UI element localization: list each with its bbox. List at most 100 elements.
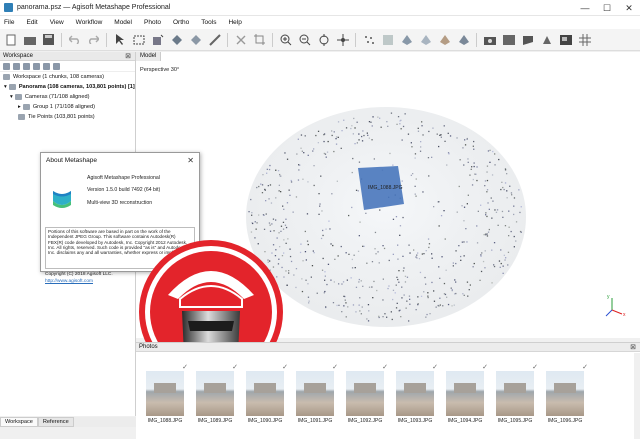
cloud-point (462, 147, 464, 149)
cloud-point (250, 231, 253, 233)
disable-items-icon[interactable] (53, 62, 60, 70)
panel-close-icon[interactable]: ⊠ (125, 52, 135, 60)
photo-thumbnail[interactable]: ✓ IMG_1091.JPG (294, 364, 338, 424)
cloud-point (268, 168, 271, 171)
grid-icon[interactable] (578, 33, 591, 46)
cloud-point (261, 192, 264, 194)
point-cloud-icon[interactable] (362, 33, 375, 46)
tab-reference[interactable]: Reference (37, 417, 74, 427)
cloud-point (390, 112, 393, 114)
rectangle-selection-icon[interactable] (132, 33, 145, 46)
save-icon[interactable] (42, 33, 55, 46)
cloud-point (359, 310, 361, 312)
cloud-point (443, 293, 446, 295)
zoom-in-icon[interactable] (279, 33, 292, 46)
enable-items-icon[interactable] (43, 62, 50, 70)
add-photos-icon[interactable] (13, 62, 20, 70)
expand-arrow-icon[interactable]: ▸ (18, 104, 21, 110)
camera-icon[interactable] (483, 33, 496, 46)
new-document-icon[interactable] (4, 33, 17, 46)
photo-preview (546, 371, 584, 416)
photo-thumbnail[interactable]: ✓ IMG_1096.JPG (544, 364, 588, 424)
cloud-point (300, 147, 302, 149)
model-shaded-icon[interactable] (400, 33, 413, 46)
about-website-link[interactable]: http://www.agisoft.com (45, 279, 93, 284)
photo-thumbnail[interactable]: ✓ IMG_1095.JPG (494, 364, 538, 424)
redo-icon[interactable] (87, 33, 100, 46)
view-photo-icon[interactable] (559, 33, 572, 46)
remove-items-icon[interactable] (33, 62, 40, 70)
menu-bar: File Edit View Workflow Model Photo Orth… (0, 16, 640, 29)
cloud-point (383, 247, 386, 250)
delete-selection-icon[interactable] (234, 33, 247, 46)
cloud-point (332, 302, 335, 304)
collapse-arrow-icon[interactable]: ▾ (10, 94, 13, 100)
region-resize-icon[interactable] (189, 33, 202, 46)
photo-thumbnail[interactable]: ✓ IMG_1092.JPG (344, 364, 388, 424)
cloud-point (265, 200, 267, 202)
about-close-icon[interactable]: ✕ (187, 156, 194, 165)
cloud-point (406, 300, 408, 302)
menu-view[interactable]: View (50, 19, 64, 26)
cloud-point (366, 262, 368, 264)
rotate-view-icon[interactable] (317, 33, 330, 46)
menu-photo[interactable]: Photo (144, 19, 161, 26)
maximize-button[interactable]: ☐ (596, 0, 618, 16)
image-icon[interactable] (502, 33, 515, 46)
cloud-point (372, 297, 374, 299)
menu-ortho[interactable]: Ortho (173, 19, 189, 26)
cloud-point (502, 186, 504, 189)
photos-scrollbar[interactable] (634, 353, 640, 439)
crop-selection-icon[interactable] (253, 33, 266, 46)
cloud-point (357, 250, 360, 252)
cloud-point (428, 130, 430, 133)
region-rotate-icon[interactable] (170, 33, 183, 46)
model-textured-icon[interactable] (438, 33, 451, 46)
dense-cloud-icon[interactable] (381, 33, 394, 46)
minimize-button[interactable]: — (574, 0, 596, 16)
cloud-point (513, 205, 515, 207)
menu-workflow[interactable]: Workflow (76, 19, 103, 26)
cloud-point (379, 117, 381, 119)
cloud-point (354, 127, 356, 129)
cloud-point (283, 208, 285, 210)
reset-view-icon[interactable] (336, 33, 349, 46)
menu-model[interactable]: Model (114, 19, 132, 26)
panel-close-icon[interactable]: ⊠ (630, 343, 640, 351)
cloud-point (280, 175, 282, 177)
shapes-icon[interactable] (540, 33, 553, 46)
photo-thumbnail[interactable]: ✓ IMG_1088.JPG (144, 364, 188, 424)
open-folder-icon[interactable] (23, 33, 36, 46)
model-solid-icon[interactable] (419, 33, 432, 46)
tree-item-group[interactable]: ▸ Group 1 (71/108 aligned) (0, 102, 135, 112)
region-move-icon[interactable] (151, 33, 164, 46)
tree-item-chunk[interactable]: ▾ Panorama (108 cameras, 103,801 points)… (0, 82, 135, 92)
menu-help[interactable]: Help (228, 19, 241, 26)
cloud-point (513, 197, 516, 199)
photo-thumbnail[interactable]: ✓ IMG_1094.JPG (444, 364, 488, 424)
cloud-point (286, 202, 289, 204)
cloud-point (497, 224, 499, 226)
zoom-out-icon[interactable] (298, 33, 311, 46)
photo-thumbnail[interactable]: ✓ IMG_1093.JPG (394, 364, 438, 424)
tree-item-workspace[interactable]: Workspace (1 chunks, 108 cameras) (0, 72, 135, 82)
photo-thumbnail[interactable]: ✓ IMG_1090.JPG (244, 364, 288, 424)
add-folder-icon[interactable] (23, 62, 30, 70)
menu-file[interactable]: File (4, 19, 14, 26)
collapse-arrow-icon[interactable]: ▾ (4, 84, 7, 90)
menu-tools[interactable]: Tools (201, 19, 216, 26)
menu-edit[interactable]: Edit (26, 19, 37, 26)
photo-thumbnail[interactable]: ✓ IMG_1089.JPG (194, 364, 238, 424)
tab-workspace[interactable]: Workspace (0, 417, 38, 427)
tiled-model-icon[interactable] (457, 33, 470, 46)
close-button[interactable]: ✕ (618, 0, 640, 16)
navigation-arrow-icon[interactable] (113, 33, 126, 46)
undo-icon[interactable] (68, 33, 81, 46)
add-chunk-icon[interactable] (3, 62, 10, 70)
tree-item-tie-points[interactable]: Tie Points (103,801 points) (0, 112, 135, 122)
marker-icon[interactable] (521, 33, 534, 46)
cloud-point (251, 214, 253, 216)
ruler-icon[interactable] (208, 33, 221, 46)
tree-item-cameras[interactable]: ▾ Cameras (71/108 aligned) (0, 92, 135, 102)
cloud-point (322, 234, 324, 237)
